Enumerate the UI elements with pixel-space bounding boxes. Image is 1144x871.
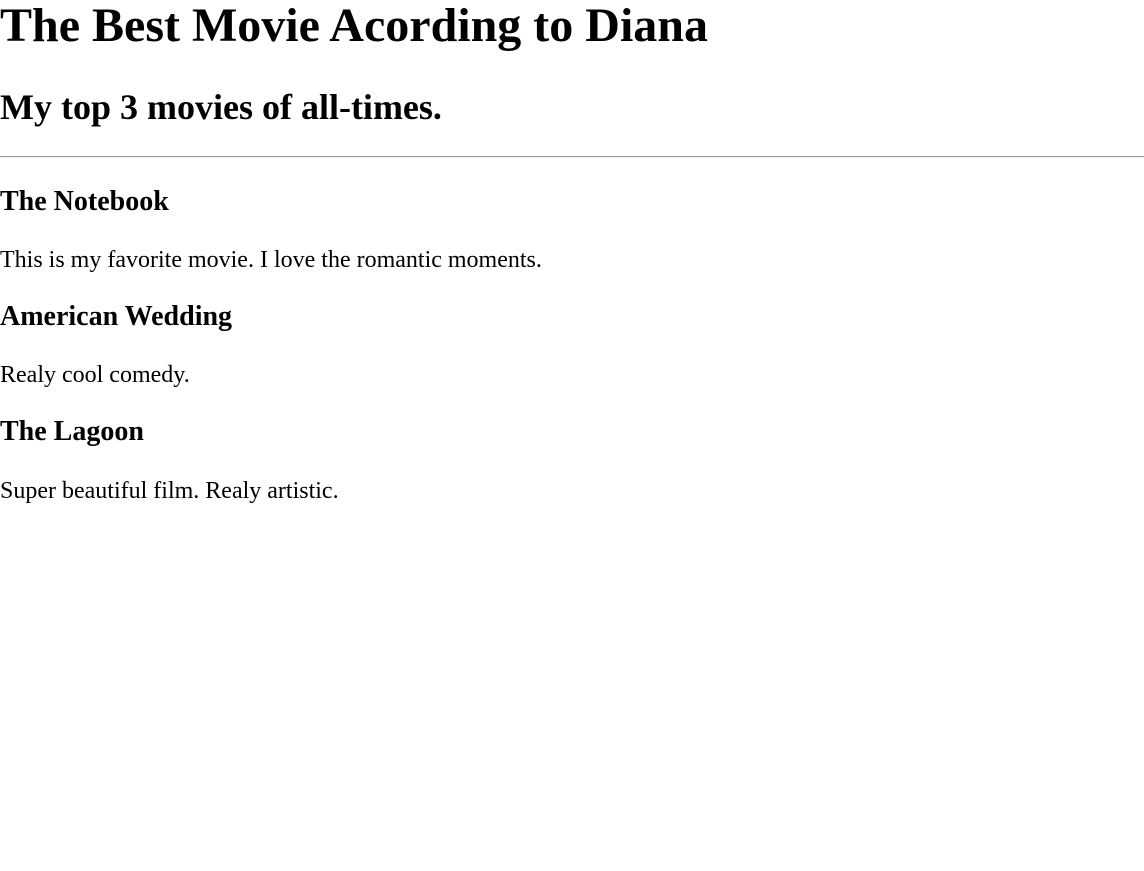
- movie-description-the-lagoon: Super beautiful film. Realy artistic.: [0, 478, 339, 504]
- movie-title-the-lagoon: The Lagoon: [0, 416, 144, 447]
- movie-description-american-wedding: Realy cool comedy.: [0, 362, 190, 388]
- movie-title-american-wedding: American Wedding: [0, 301, 233, 332]
- page-subtitle: My top 3 movies of all-times.: [0, 87, 442, 127]
- page-title: The Best Movie Acording to Diana: [0, 0, 708, 52]
- movie-description-the-notebook: This is my favorite movie. I love the ro…: [0, 247, 542, 273]
- page: The Best Movie Acording to Diana My top …: [0, 0, 1144, 871]
- horizontal-divider: [0, 156, 1144, 158]
- movie-title-the-notebook: The Notebook: [0, 186, 169, 217]
